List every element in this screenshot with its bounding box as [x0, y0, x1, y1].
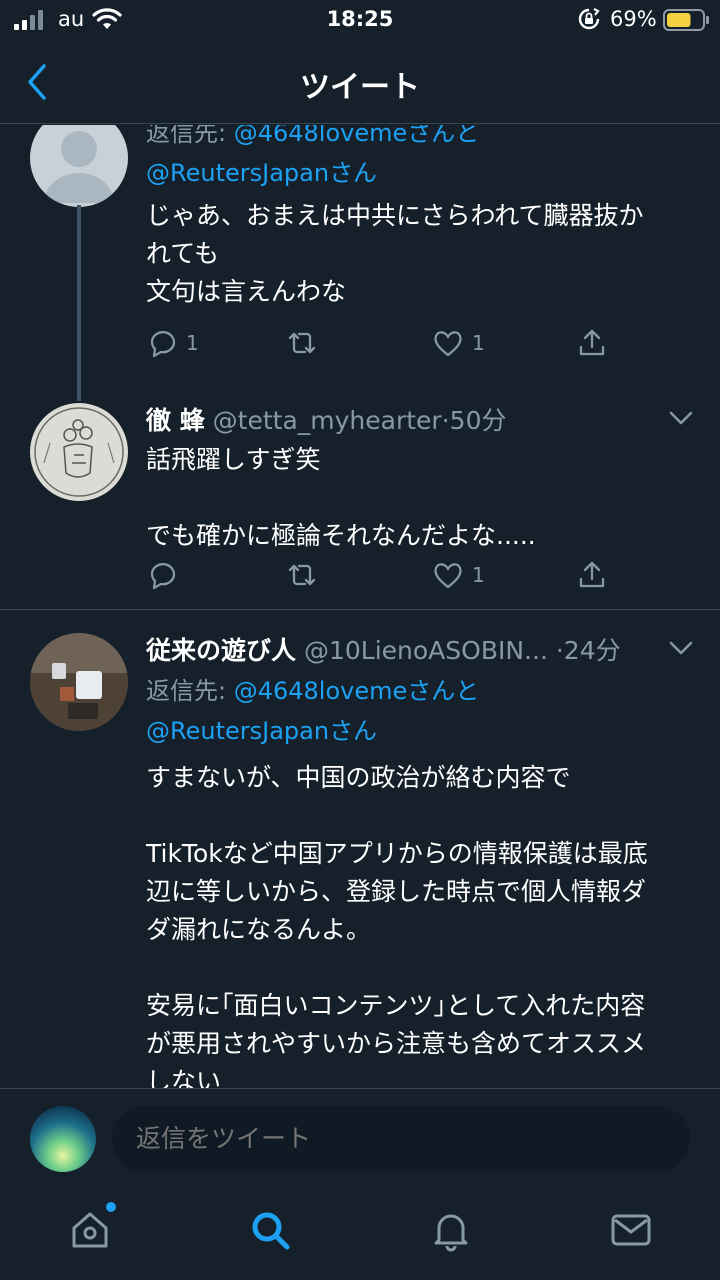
tab-notifications[interactable]	[429, 1208, 473, 1252]
reply-to-suffix[interactable]: さん	[329, 159, 377, 187]
notification-dot	[106, 1202, 116, 1212]
reply-count: 1	[186, 331, 199, 355]
reply-to-conjunction[interactable]: さんと	[407, 125, 479, 147]
tweet-actions: 1 1	[146, 323, 646, 363]
chevron-down-icon[interactable]	[668, 409, 694, 427]
tweet-1[interactable]: 返信先: @4648lovemeさんと @ReutersJapanさん じゃあ、…	[0, 125, 720, 401]
my-avatar[interactable]	[30, 1106, 96, 1172]
like-count: 1	[472, 563, 485, 587]
avatar-photo	[30, 633, 128, 731]
reply-icon	[150, 563, 176, 590]
tweet-text: 話飛躍しすぎ笑 でも確かに極論それなんだよな.....	[146, 445, 536, 550]
mention-link[interactable]: @4648loveme	[234, 125, 408, 147]
reply-to-conjunction[interactable]: さんと	[407, 677, 479, 705]
mention-link[interactable]: @4648loveme	[234, 677, 408, 705]
reply-to-line: 返信先: @4648lovemeさんと	[146, 125, 698, 153]
home-icon	[72, 1212, 108, 1248]
bell-icon	[434, 1214, 468, 1252]
page-title: ツイート	[300, 70, 420, 105]
chevron-down-icon[interactable]	[668, 639, 694, 657]
search-icon	[252, 1212, 290, 1250]
tweet-3[interactable]: 従来の遊び人 @10LienoASOBIN... ·24分 返信先: @4648…	[0, 621, 720, 1088]
like-button[interactable]: 1	[432, 323, 485, 363]
tweet-text: じゃあ、おまえは中共にさらわれて臓器抜か れても 文句は言えんわな	[146, 201, 644, 306]
share-icon	[579, 561, 605, 588]
mention-link[interactable]: @ReutersJapan	[146, 159, 329, 187]
avatar[interactable]	[30, 633, 128, 731]
tab-home[interactable]	[68, 1202, 116, 1252]
separator-dot: ·	[441, 406, 450, 435]
timestamp: 50分	[449, 406, 507, 435]
reply-to-line: 返信先: @4648lovemeさんと	[146, 671, 698, 711]
battery-percentage: 69%	[610, 7, 657, 31]
retweet-button[interactable]	[286, 555, 318, 595]
tweet-text: すまないが、中国の政治が絡む内容で TikTokなど中国アプリからの情報保護は最…	[146, 763, 648, 1088]
tweet-divider	[0, 609, 720, 610]
user-handle[interactable]: @tetta_myhearter	[213, 406, 442, 435]
rotation-lock-icon	[578, 8, 600, 30]
heart-icon	[434, 331, 462, 357]
tab-bar	[0, 1188, 720, 1280]
tab-messages[interactable]	[609, 1208, 653, 1252]
share-button[interactable]	[576, 555, 608, 595]
tweet-header: 徹 蜂 @tetta_myhearter·50分	[146, 401, 698, 441]
reply-to-label: 返信先:	[146, 125, 234, 147]
mention-link[interactable]: @ReutersJapan	[146, 717, 329, 745]
display-name[interactable]: 徹 蜂	[146, 406, 205, 435]
reply-input[interactable]	[112, 1106, 690, 1172]
reply-to-label: 返信先:	[146, 677, 234, 705]
separator-dot: ·	[555, 636, 564, 665]
share-icon	[579, 329, 605, 356]
reply-to-suffix[interactable]: さん	[329, 717, 377, 745]
default-avatar-icon	[44, 131, 114, 203]
status-bar: au 18:25 69%	[0, 0, 720, 40]
retweet-button[interactable]	[286, 323, 318, 363]
tweet-actions: 1	[146, 555, 646, 595]
reply-to-line: @ReutersJapanさん	[146, 711, 698, 751]
tweet-header: 従来の遊び人 @10LienoASOBIN... ·24分	[146, 631, 698, 671]
tab-search[interactable]	[248, 1208, 292, 1252]
thread-line	[77, 205, 81, 401]
user-handle[interactable]: @10LienoASOBIN...	[304, 636, 548, 665]
retweet-icon	[288, 332, 316, 354]
avatar-illustration	[34, 407, 124, 497]
avatar[interactable]	[30, 403, 128, 501]
like-button[interactable]: 1	[432, 555, 485, 595]
avatar[interactable]	[30, 125, 128, 207]
retweet-icon	[288, 564, 316, 586]
tweet-thread[interactable]: 返信先: @4648lovemeさんと @ReutersJapanさん じゃあ、…	[0, 125, 720, 1088]
reply-button[interactable]: 1	[146, 323, 199, 363]
timestamp: 24分	[563, 636, 621, 665]
share-button[interactable]	[576, 323, 608, 363]
tweet-2[interactable]: 徹 蜂 @tetta_myhearter·50分 話飛躍しすぎ笑 でも確かに極論…	[0, 391, 720, 609]
reply-composer	[0, 1088, 720, 1188]
heart-icon	[434, 563, 462, 589]
navigation-header: ツイート	[0, 40, 720, 124]
reply-icon	[150, 331, 176, 358]
reply-button[interactable]	[146, 555, 178, 595]
reply-to-line: @ReutersJapanさん	[146, 153, 698, 193]
battery-icon	[663, 9, 709, 31]
mail-icon	[611, 1214, 651, 1246]
like-count: 1	[472, 331, 485, 355]
display-name[interactable]: 従来の遊び人	[146, 636, 296, 665]
